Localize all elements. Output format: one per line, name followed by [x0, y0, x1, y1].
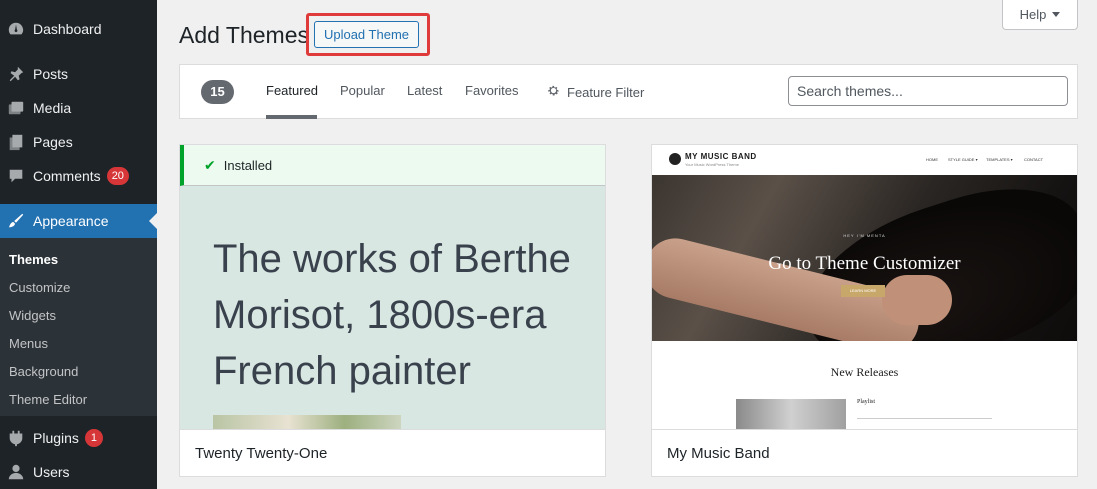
- preview-nav-item: STYLE GUIDE ▾: [948, 157, 978, 162]
- preview-nav-item: CONTACT: [1024, 157, 1044, 162]
- caret-down-icon: [1052, 12, 1061, 17]
- submenu-item-themes[interactable]: Themes: [9, 252, 58, 267]
- gear-icon: [546, 83, 561, 101]
- submenu-item-widgets[interactable]: Widgets: [9, 308, 56, 323]
- plugin-icon: [6, 428, 26, 448]
- theme-preview-heading: The works of Berthe Morisot, 1800s-era F…: [213, 237, 571, 393]
- active-tab-indicator: [266, 115, 317, 119]
- sidebar-item-appearance[interactable]: Appearance: [0, 204, 157, 238]
- comments-count-badge: 20: [106, 167, 129, 185]
- plugins-count-badge: 1: [84, 429, 103, 447]
- feature-filter-label: Feature Filter: [567, 84, 645, 100]
- feature-filter-button[interactable]: Feature Filter: [546, 83, 644, 101]
- tab-latest[interactable]: Latest: [407, 83, 442, 98]
- preview-section-title: New Releases: [830, 365, 899, 379]
- theme-card-twenty-twenty-one[interactable]: The works of Berthe Morisot, 1800s-era F…: [179, 144, 606, 477]
- comment-icon: [6, 166, 26, 186]
- theme-count-badge: 15: [201, 80, 234, 104]
- hand-shape: [882, 275, 952, 325]
- sidebar-item-label: Appearance: [33, 213, 109, 229]
- preview-site-title: MY MUSIC BAND: [685, 152, 757, 161]
- preview-site-tagline: Your Music WordPress Theme: [685, 162, 739, 167]
- submenu-item-theme-editor[interactable]: Theme Editor: [9, 392, 87, 407]
- theme-filter-bar: 15 Featured Popular Latest Favorites Fea…: [179, 64, 1078, 119]
- theme-name-bar: Twenty Twenty-One: [180, 429, 605, 476]
- preview-playlist-label: Playlist: [857, 399, 876, 405]
- sidebar-item-posts[interactable]: Posts: [0, 57, 157, 91]
- theme-name: Twenty Twenty-One: [195, 445, 328, 462]
- sidebar-item-media[interactable]: Media: [0, 91, 157, 125]
- upload-theme-button[interactable]: Upload Theme: [314, 21, 419, 48]
- sidebar-item-label: Media: [33, 100, 72, 116]
- submenu-item-customize[interactable]: Customize: [9, 280, 70, 295]
- page-title: Add Themes: [179, 22, 309, 48]
- sidebar-item-comments[interactable]: Comments 20: [0, 159, 157, 193]
- preview-site-body: New Releases Playlist: [652, 341, 1077, 429]
- sidebar-item-label: Plugins: [33, 430, 79, 446]
- search-themes-input[interactable]: [788, 76, 1068, 106]
- dashboard-icon: [6, 19, 26, 39]
- theme-screenshot[interactable]: The works of Berthe Morisot, 1800s-era F…: [180, 145, 605, 429]
- help-button[interactable]: Help: [1002, 0, 1078, 30]
- tab-popular[interactable]: Popular: [340, 83, 385, 98]
- theme-preview-image: [213, 415, 401, 429]
- sidebar-item-label: Pages: [33, 134, 73, 150]
- sidebar-item-users[interactable]: Users: [0, 455, 157, 489]
- submenu-item-background[interactable]: Background: [9, 364, 78, 379]
- preview-nav-item: HOME: [926, 157, 938, 162]
- sidebar-item-dashboard[interactable]: Dashboard: [0, 12, 157, 46]
- preview-nav-item: TEMPLATES ▾: [986, 157, 1013, 162]
- media-icon: [6, 98, 26, 118]
- sidebar-item-label: Comments: [33, 168, 101, 184]
- tab-favorites[interactable]: Favorites: [465, 83, 518, 98]
- theme-name-bar: My Music Band: [652, 429, 1077, 476]
- sidebar-item-plugins[interactable]: Plugins 1: [0, 421, 157, 455]
- preview-site-header: MY MUSIC BAND Your Music WordPress Theme…: [652, 145, 1077, 175]
- installed-notice: ✔ Installed: [180, 145, 605, 186]
- admin-sidebar: Dashboard Posts Media Pages Comments 20 …: [0, 0, 157, 489]
- brush-icon: [6, 211, 26, 231]
- help-label: Help: [1019, 7, 1047, 22]
- preview-hero-subtitle: HEY I'M MENTA: [843, 233, 886, 238]
- preview-hero-image: HEY I'M MENTA Go to Theme Customizer LEA…: [652, 175, 1077, 341]
- music-logo-icon: [669, 153, 681, 165]
- theme-card-my-music-band[interactable]: MY MUSIC BAND Your Music WordPress Theme…: [651, 144, 1078, 477]
- sidebar-item-label: Users: [33, 464, 70, 480]
- sidebar-item-label: Posts: [33, 66, 69, 82]
- checkmark-icon: ✔: [204, 156, 216, 173]
- installed-label: Installed: [223, 157, 273, 173]
- preview-hero-button: LEARN MORE: [841, 285, 885, 297]
- tab-featured[interactable]: Featured: [266, 83, 318, 98]
- theme-screenshot[interactable]: MY MUSIC BAND Your Music WordPress Theme…: [652, 145, 1077, 429]
- sidebar-item-pages[interactable]: Pages: [0, 125, 157, 159]
- pin-icon: [6, 64, 26, 84]
- user-icon: [6, 462, 26, 482]
- pages-icon: [6, 132, 26, 152]
- appearance-submenu: Themes Customize Widgets Menus Backgroun…: [0, 238, 157, 416]
- submenu-item-menus[interactable]: Menus: [9, 336, 48, 351]
- preview-audio-player: [857, 413, 992, 419]
- preview-album-image: [736, 399, 846, 429]
- sidebar-item-label: Dashboard: [33, 21, 102, 37]
- preview-hero-title: Go to Theme Customizer: [768, 253, 961, 274]
- theme-name: My Music Band: [667, 445, 770, 462]
